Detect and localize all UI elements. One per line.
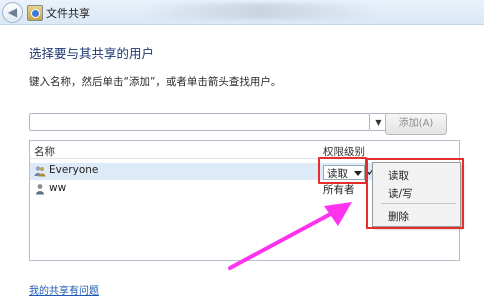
annotation-highlight-menu [366, 158, 464, 229]
row-user-name: Everyone [49, 164, 99, 176]
name-input[interactable] [29, 113, 370, 131]
user-icon [36, 184, 44, 195]
file-share-icon [27, 5, 43, 21]
row-user-name: ww [49, 182, 67, 194]
title-bar: ◀ 文件共享 [0, 0, 484, 25]
help-link[interactable]: 我的共享有问题 [29, 282, 99, 297]
row-permission: 所有者 [323, 184, 355, 196]
blurred-title-area [140, 3, 380, 19]
column-header-name: 名称 [34, 146, 55, 158]
page-heading: 选择要与其共享的用户 [29, 46, 155, 61]
user-group-icon [34, 166, 46, 177]
pointer-arrow-icon [228, 202, 352, 270]
add-button[interactable]: 添加(A) [385, 113, 447, 135]
back-arrow-icon[interactable]: ◀ [2, 2, 23, 23]
instruction-text: 键入名称，然后单击“添加”，或者单击箭头查找用户。 [29, 76, 282, 88]
annotation-highlight-select [318, 157, 367, 184]
window-title: 文件共享 [46, 7, 90, 20]
